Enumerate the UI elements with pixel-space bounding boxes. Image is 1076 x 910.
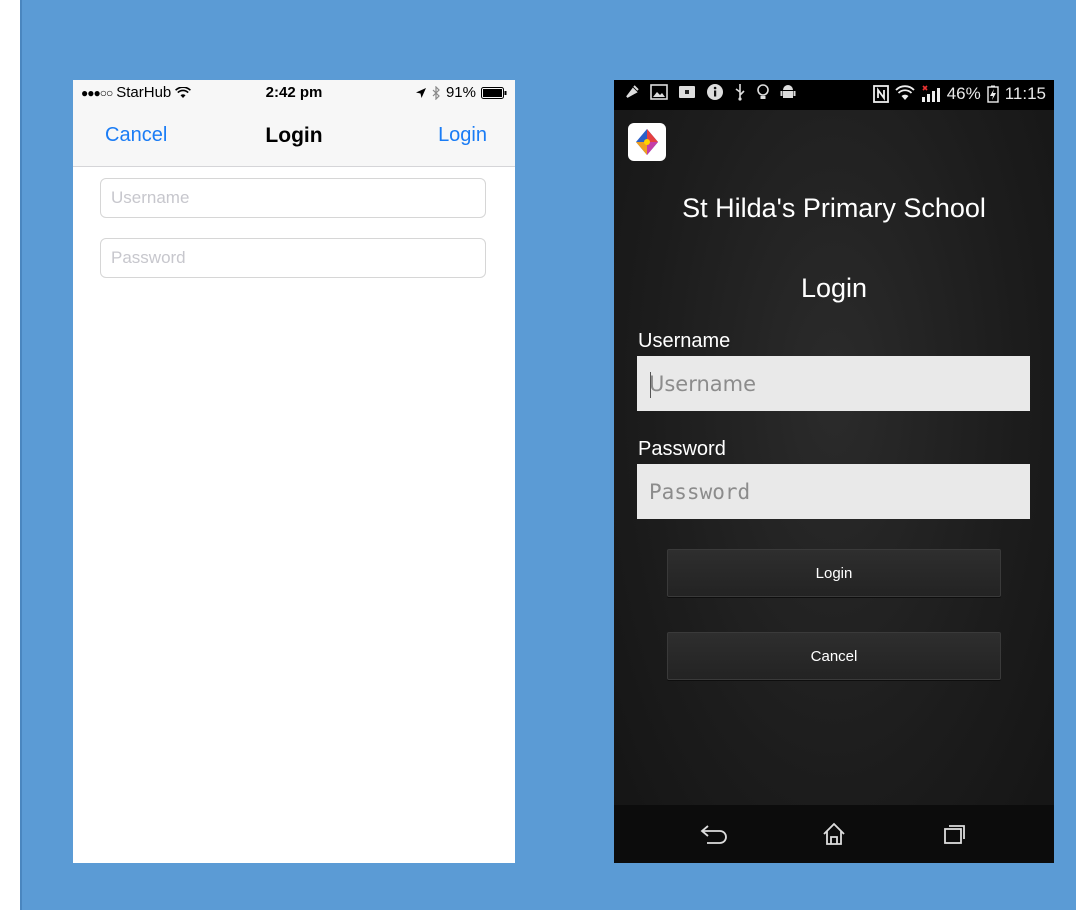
school-logo-icon xyxy=(628,123,666,161)
nfc-icon xyxy=(872,85,889,103)
message-notification-icon xyxy=(679,86,695,98)
wifi-icon xyxy=(895,85,915,100)
school-name: St Hilda's Primary School xyxy=(682,193,986,223)
ios-status-bar: ●●●○○ StarHub 2:42 pm 91% xyxy=(73,80,515,106)
android-robot-icon xyxy=(780,85,796,98)
password-input[interactable] xyxy=(637,464,1030,519)
username-label: Username xyxy=(638,330,731,352)
image-notification-icon xyxy=(650,84,668,100)
android-status-bar: 46% 11:15 xyxy=(614,80,1054,110)
back-icon[interactable] xyxy=(684,814,744,854)
cancel-button[interactable]: Cancel xyxy=(667,632,1001,680)
battery-charging-icon xyxy=(987,85,999,103)
home-icon[interactable] xyxy=(804,814,864,854)
battery-icon xyxy=(481,86,507,99)
battery-percent: 91% xyxy=(445,84,476,101)
system-icons: 46% 11:15 xyxy=(872,84,1046,104)
bluetooth-icon xyxy=(432,85,440,100)
location-arrow-icon xyxy=(415,87,426,98)
status-right: 91% xyxy=(415,84,507,101)
android-navigation-bar xyxy=(614,805,1054,863)
lightbulb-icon xyxy=(757,84,769,99)
ios-navigation-bar: Cancel Login Login xyxy=(73,106,515,167)
password-input[interactable] xyxy=(100,238,486,278)
pin-notification-icon xyxy=(626,85,639,98)
ios-login-screen: ●●●○○ StarHub 2:42 pm 91% Cancel Login L… xyxy=(73,80,515,863)
page-title: Login xyxy=(800,273,868,303)
notification-icons xyxy=(624,83,796,101)
recent-apps-icon[interactable] xyxy=(924,814,984,854)
username-input[interactable] xyxy=(637,356,1030,411)
login-button[interactable]: Login xyxy=(667,549,1001,597)
text-cursor xyxy=(650,372,651,398)
username-input[interactable] xyxy=(100,178,486,218)
login-button[interactable]: Login xyxy=(438,124,487,147)
battery-percent: 46% xyxy=(946,84,981,103)
status-time: 11:15 xyxy=(1004,84,1046,103)
password-label: Password xyxy=(638,438,726,460)
cell-signal-icon xyxy=(921,85,940,102)
usb-icon xyxy=(735,84,745,101)
info-notification-icon xyxy=(707,84,723,100)
android-login-screen: 46% 11:15 St Hilda's Primary School Logi… xyxy=(614,80,1054,863)
